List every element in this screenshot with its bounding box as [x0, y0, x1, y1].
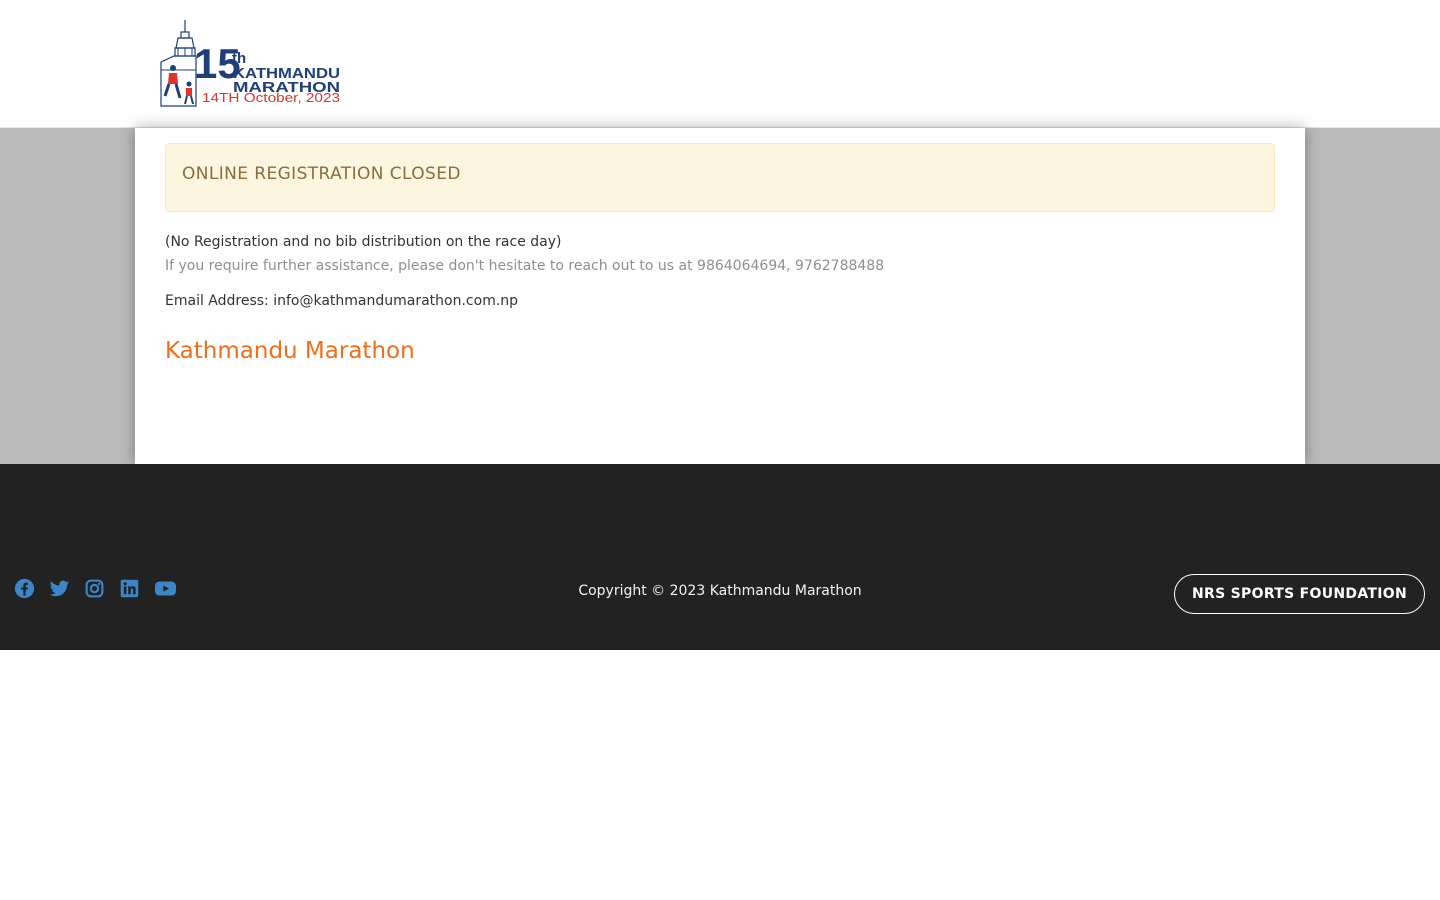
registration-alert: ONLINE REGISTRATION CLOSED: [165, 143, 1275, 212]
runners-icon: [163, 65, 194, 105]
alert-text: ONLINE REGISTRATION CLOSED: [182, 164, 461, 184]
main-panel: ONLINE REGISTRATION CLOSED (No Registrat…: [135, 128, 1305, 464]
assistance-text: If you require further assistance, pleas…: [165, 258, 885, 274]
page-title: Kathmandu Marathon: [165, 338, 415, 364]
site-header: 15 th KATHMANDU MARATHON 14TH October, 2…: [0, 0, 1440, 128]
notice-line: (No Registration and no bib distribution…: [165, 234, 562, 250]
email-address: Email Address: info@kathmandumarathon.co…: [165, 293, 519, 309]
site-footer: Copyright © 2023 Kathmandu Marathon NRS …: [0, 464, 1440, 650]
nrs-sports-foundation-button[interactable]: NRS SPORTS FOUNDATION: [1174, 574, 1425, 614]
site-logo[interactable]: 15 th KATHMANDU MARATHON 14TH October, 2…: [156, 18, 346, 108]
logo-date: 14TH October, 2023: [202, 90, 340, 105]
